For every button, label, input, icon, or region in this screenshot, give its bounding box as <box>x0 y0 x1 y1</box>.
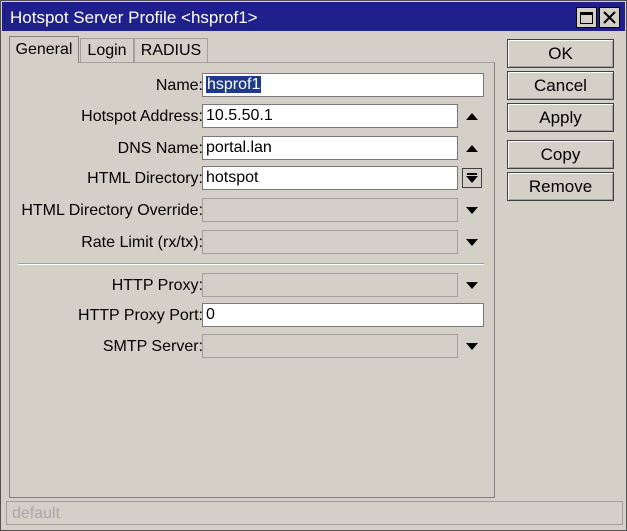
hotspot-address-field[interactable]: 10.5.50.1 <box>202 104 458 128</box>
title-bar[interactable]: Hotspot Server Profile <hsprof1> <box>2 2 625 31</box>
http-proxy-label: HTTP Proxy: <box>111 277 203 294</box>
tab-general[interactable]: General <box>9 36 79 63</box>
maximize-button[interactable] <box>576 7 597 28</box>
html-directory-override-row: HTML Directory Override: <box>10 198 496 224</box>
tab-login[interactable]: Login <box>80 38 134 63</box>
hotspot-address-label: Hotspot Address: <box>81 108 203 125</box>
close-icon <box>603 11 616 24</box>
dns-name-field[interactable]: portal.lan <box>202 136 458 160</box>
html-directory-row: HTML Directory: hotspot <box>10 166 496 192</box>
http-proxy-port-row: HTTP Proxy Port: 0 <box>10 303 496 329</box>
html-directory-override-label: HTML Directory Override: <box>21 202 203 219</box>
rate-limit-label: Rate Limit (rx/tx): <box>81 234 203 251</box>
rate-limit-field[interactable] <box>202 230 458 254</box>
triangle-down-icon <box>466 206 478 214</box>
triangle-down-icon <box>466 281 478 289</box>
copy-button[interactable]: Copy <box>507 140 614 169</box>
html-directory-field[interactable]: hotspot <box>202 166 458 190</box>
hotspot-address-row: Hotspot Address: 10.5.50.1 <box>10 104 496 130</box>
triangle-up-icon <box>466 112 478 120</box>
triangle-up-icon <box>466 144 478 152</box>
hotspot-address-collapse-button[interactable] <box>462 106 482 126</box>
status-bar: default <box>6 501 623 525</box>
http-proxy-port-field[interactable]: 0 <box>202 303 484 327</box>
name-row: Name: hsprof1 <box>10 73 496 99</box>
http-proxy-dropdown[interactable] <box>462 275 482 295</box>
general-panel: Name: hsprof1 Hotspot Address: 10.5.50.1… <box>9 62 495 498</box>
html-directory-override-dropdown[interactable] <box>462 200 482 220</box>
smtp-server-row: SMTP Server: <box>10 334 496 360</box>
apply-button[interactable]: Apply <box>507 103 614 132</box>
html-directory-select-button[interactable] <box>462 168 482 188</box>
triangle-down-icon <box>466 342 478 350</box>
tab-radius[interactable]: RADIUS <box>134 38 208 63</box>
http-proxy-row: HTTP Proxy: <box>10 273 496 299</box>
ok-button[interactable]: OK <box>507 39 614 68</box>
status-text: default <box>12 505 61 522</box>
dns-name-row: DNS Name: portal.lan <box>10 136 496 162</box>
maximize-icon <box>580 11 593 24</box>
dialog-window: Hotspot Server Profile <hsprof1> General… <box>0 0 627 531</box>
triangle-down-icon <box>466 238 478 246</box>
html-directory-label: HTML Directory: <box>87 170 203 187</box>
name-label: Name: <box>155 77 203 94</box>
name-value: hsprof1 <box>206 76 262 93</box>
download-arrow-icon <box>466 173 478 183</box>
http-proxy-field[interactable] <box>202 273 458 297</box>
rate-limit-row: Rate Limit (rx/tx): <box>10 230 496 256</box>
close-button[interactable] <box>599 7 620 28</box>
cancel-button[interactable]: Cancel <box>507 71 614 100</box>
smtp-server-field[interactable] <box>202 334 458 358</box>
dns-name-label: DNS Name: <box>117 140 203 157</box>
smtp-server-label: SMTP Server: <box>102 338 203 355</box>
section-divider <box>18 263 484 265</box>
html-directory-override-field[interactable] <box>202 198 458 222</box>
name-field[interactable]: hsprof1 <box>202 73 484 97</box>
dns-name-collapse-button[interactable] <box>462 138 482 158</box>
rate-limit-dropdown[interactable] <box>462 232 482 252</box>
remove-button[interactable]: Remove <box>507 172 614 201</box>
window-title: Hotspot Server Profile <hsprof1> <box>10 8 258 27</box>
http-proxy-port-label: HTTP Proxy Port: <box>77 307 203 324</box>
smtp-server-dropdown[interactable] <box>462 336 482 356</box>
